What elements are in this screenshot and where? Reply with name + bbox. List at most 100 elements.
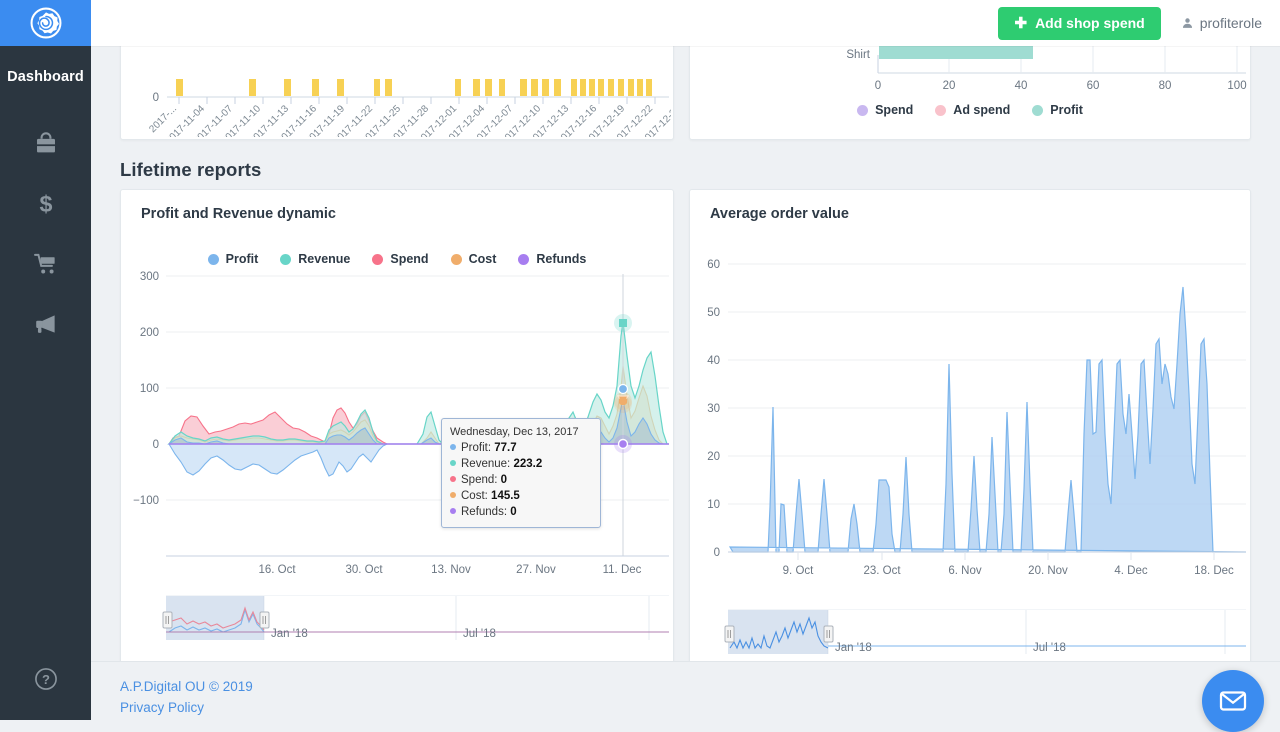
legend-label-spend: Spend — [390, 252, 429, 266]
shop-bag-icon — [36, 132, 55, 153]
legend-item-profit[interactable]: Profit — [1032, 103, 1083, 117]
cart-icon — [33, 253, 55, 274]
svg-text:$: $ — [39, 191, 52, 217]
legend-item-spend[interactable]: Spend — [372, 252, 429, 266]
tooltip-dot-refunds — [450, 507, 456, 514]
user-icon — [1182, 18, 1192, 28]
tooltip-value-refunds: 0 — [510, 505, 517, 518]
add-shop-spend-button[interactable]: ✚ Add shop spend — [998, 6, 1161, 40]
tooltip-dot-profit — [450, 444, 456, 451]
legend-item-revenue[interactable]: Revenue — [280, 252, 350, 266]
profit-revenue-card: Profit and Revenue dynamic Profit Revenu… — [120, 189, 674, 681]
svg-text:10: 10 — [707, 499, 720, 511]
legend-dot-cost — [450, 253, 462, 265]
sidebar-item-help[interactable]: ? — [0, 666, 91, 692]
legend-label-refunds: Refunds — [536, 252, 587, 266]
svg-text:6. Nov: 6. Nov — [948, 565, 981, 577]
average-order-value-chart[interactable]: 60 50 40 30 20 10 0 9. Oct 23. Oct 6. No… — [690, 234, 1248, 614]
svg-text:0: 0 — [153, 92, 159, 104]
tooltip-label-cost: Cost: — [461, 489, 488, 502]
app-root: Dashboard $ ? ✚ Add shop spend profitero… — [0, 0, 1280, 732]
svg-text:Jan '18: Jan '18 — [271, 628, 308, 640]
tooltip-label-revenue: Revenue: — [461, 458, 511, 471]
legend-item-spend[interactable]: Spend — [857, 103, 913, 117]
svg-text:60: 60 — [1087, 80, 1100, 92]
legend-label-profit: Profit — [225, 252, 259, 266]
profit-revenue-title: Profit and Revenue dynamic — [141, 206, 336, 222]
sidebar-item-finance[interactable]: $ — [0, 174, 91, 234]
svg-text:30: 30 — [707, 403, 720, 415]
legend-dot-spend — [372, 253, 384, 265]
profit-revenue-navigator[interactable]: Jan '18 Jul '18 — [121, 588, 671, 650]
sidebar-item-dashboard[interactable]: Dashboard — [0, 46, 91, 108]
average-order-value-navigator[interactable]: Jan '18 Jul '18 — [690, 602, 1248, 664]
tooltip-label-spend: Spend: — [461, 473, 498, 486]
legend-item-cost[interactable]: Cost — [450, 252, 497, 266]
svg-text:Jul '18: Jul '18 — [1033, 642, 1066, 654]
svg-text:?: ? — [42, 672, 50, 687]
sidebar-item-orders[interactable] — [0, 234, 91, 294]
app-logo[interactable] — [0, 0, 91, 46]
chart-tooltip: Wednesday, Dec 13, 2017 Profit: 77.7 Rev… — [441, 418, 601, 529]
page-title: Lifetime reports — [120, 159, 262, 180]
average-order-value-title: Average order value — [710, 206, 849, 222]
tooltip-dot-revenue — [450, 460, 456, 466]
tooltip-row-refunds: Refunds: 0 — [450, 505, 592, 521]
tooltip-label-profit: Profit: — [461, 442, 492, 455]
legend-item-refunds[interactable]: Refunds — [518, 252, 586, 266]
svg-text:23. Oct: 23. Oct — [863, 565, 901, 577]
footer-copyright-link[interactable]: A.P.Digital OU © 2019 — [120, 676, 1280, 697]
svg-text:100: 100 — [1227, 80, 1246, 92]
legend-label-profit: Profit — [1050, 103, 1083, 117]
sidebar-item-shop[interactable] — [0, 114, 91, 174]
tooltip-value-cost: 145.5 — [491, 489, 520, 502]
svg-text:16. Oct: 16. Oct — [258, 564, 296, 576]
legend-item-profit[interactable]: Profit — [207, 252, 259, 266]
sidebar-item-label: Dashboard — [7, 69, 84, 85]
tooltip-value-revenue: 223.2 — [513, 458, 543, 471]
tooltip-row-cost: Cost: 145.5 — [450, 489, 592, 505]
svg-text:9. Oct: 9. Oct — [783, 565, 814, 577]
legend-dot-ad-spend — [935, 104, 947, 116]
ad-spend-chart[interactable]: 0 2017-... 2017-11-04 2017-11-07 2017-11… — [121, 46, 739, 147]
tooltip-value-spend: 0 — [500, 473, 508, 486]
product-profit-legend: Spend Ad spend Profit — [690, 103, 1250, 117]
tooltip-dot-spend — [450, 475, 456, 482]
tooltip-row-revenue: Revenue: 223.2 — [450, 457, 592, 473]
svg-text:20: 20 — [707, 451, 720, 463]
legend-label-ad-spend: Ad spend — [953, 103, 1011, 117]
support-chat-button[interactable] — [1202, 670, 1264, 732]
add-shop-spend-label: Add shop spend — [1035, 15, 1145, 31]
svg-text:80: 80 — [1159, 80, 1172, 92]
sidebar: Dashboard $ ? — [0, 0, 91, 720]
tooltip-row-spend: Spend: 0 — [450, 473, 592, 489]
svg-text:0: 0 — [714, 547, 720, 559]
svg-text:200: 200 — [140, 327, 159, 339]
legend-label-revenue: Revenue — [298, 252, 351, 266]
legend-item-ad-spend[interactable]: Ad spend — [935, 103, 1010, 117]
profit-revenue-legend: Profit Revenue Spend Cost Refunds — [121, 252, 673, 266]
svg-text:18. Dec: 18. Dec — [1194, 565, 1234, 577]
sidebar-item-marketing[interactable] — [0, 294, 91, 354]
svg-text:300: 300 — [140, 271, 159, 283]
main-content: 0 2017-... 2017-11-04 2017-11-07 2017-11… — [91, 46, 1280, 720]
svg-text:−100: −100 — [133, 495, 159, 507]
svg-text:40: 40 — [1015, 80, 1028, 92]
legend-dot-profit — [1032, 104, 1044, 116]
user-menu[interactable]: profiterole — [1181, 15, 1262, 31]
profit-revenue-plot-wrap: 300 200 100 0 −100 16. Oct 30. Oct 13. N… — [121, 266, 673, 596]
app-logo-icon — [30, 7, 61, 39]
tooltip-row-profit: Profit: 77.7 — [450, 441, 592, 457]
svg-text:30. Oct: 30. Oct — [345, 564, 383, 576]
ad-spend-card: 0 2017-... 2017-11-04 2017-11-07 2017-11… — [120, 46, 739, 147]
svg-text:Jan '18: Jan '18 — [835, 642, 872, 654]
sidebar-nav: $ — [0, 108, 91, 354]
topbar: ✚ Add shop spend profiterole — [91, 0, 1280, 46]
svg-text:4. Dec: 4. Dec — [1114, 565, 1147, 577]
footer-privacy-link[interactable]: Privacy Policy — [120, 697, 1280, 718]
tooltip-label-refunds: Refunds: — [461, 505, 508, 518]
legend-label-cost: Cost — [468, 252, 497, 266]
dollar-icon: $ — [39, 191, 52, 217]
svg-text:0: 0 — [875, 80, 881, 92]
product-profit-chart[interactable]: Shirt 0 20 40 60 80 100 — [690, 46, 1248, 102]
